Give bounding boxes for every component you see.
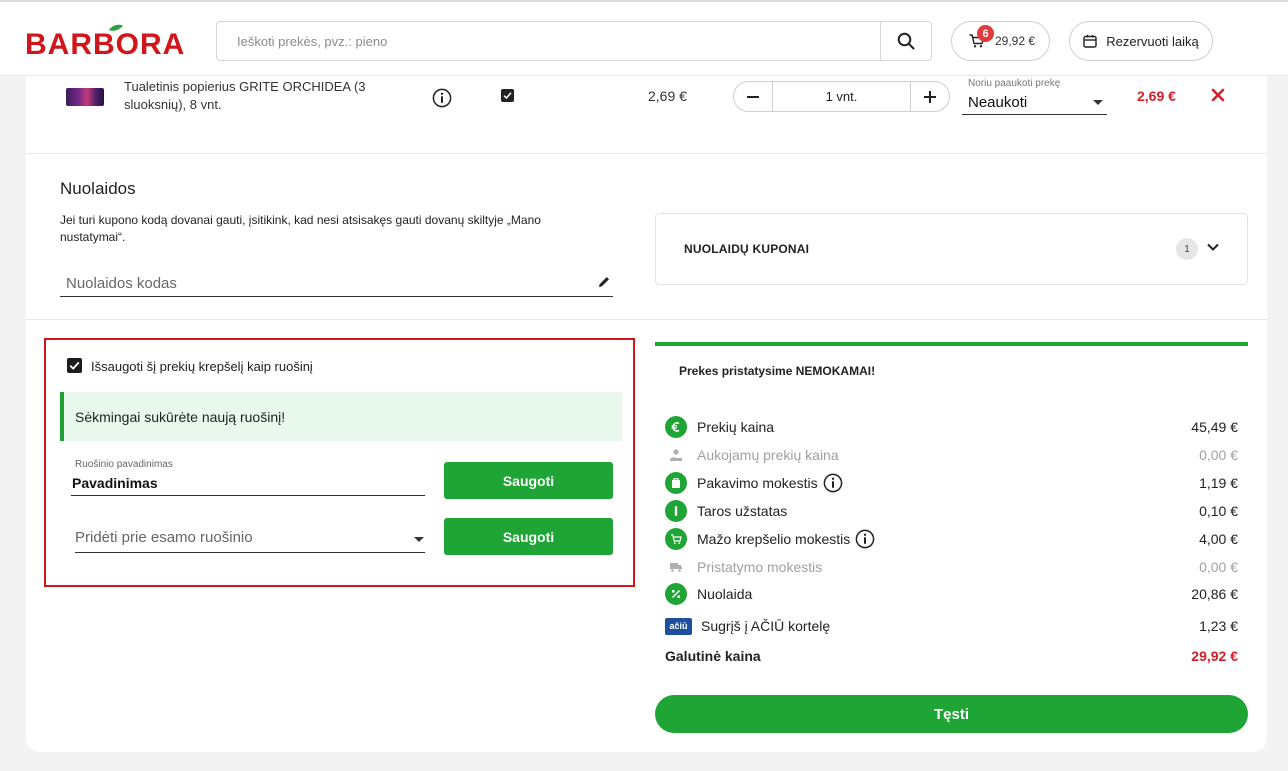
existing-draft-placeholder: Pridėti prie esamo ruošinio — [75, 529, 253, 546]
calendar-icon — [1083, 34, 1097, 48]
summary-value: 20,86 € — [1191, 586, 1238, 602]
summary-row-items-price: Prekių kaina 45,49 € — [665, 415, 1238, 439]
quantity-stepper: 1 vnt. — [733, 81, 950, 112]
draft-name-input[interactable] — [71, 471, 421, 495]
summary-row-packaging: Pakavimo mokestis 1,19 € — [665, 471, 1238, 495]
summary-row-delivery-fee: Pristatymo mokestis 0,00 € — [665, 555, 1238, 579]
info-icon[interactable] — [432, 88, 452, 108]
summary-label-wrap: Pakavimo mokestis — [697, 473, 843, 493]
summary-label: Nuolaida — [697, 586, 753, 602]
discount-code-field — [60, 270, 613, 297]
save-cart-checkbox[interactable] — [67, 358, 82, 373]
reserve-time-button[interactable]: Rezervuoti laiką — [1069, 21, 1213, 61]
coupons-count-badge: 1 — [1176, 238, 1198, 260]
summary-row-deposit: Taros užstatas 0,10 € — [665, 499, 1238, 523]
draft-name-label: Ruošinio pavadinimas — [75, 459, 173, 470]
percent-icon — [665, 583, 687, 605]
summary-label-wrap: Mažo krepšelio mokestis — [697, 529, 875, 549]
summary-row-discount: Nuolaida 20,86 € — [665, 582, 1238, 606]
bottle-icon — [665, 500, 687, 522]
summary-row-small-cart-fee: Mažo krepšelio mokestis 4,00 € — [665, 527, 1238, 551]
chevron-down-icon — [1207, 243, 1219, 251]
pencil-icon[interactable] — [597, 275, 611, 289]
summary-row-aciu-card: ačiū Sugrįš į AČIŪ kortelę 1,23 € — [665, 614, 1238, 638]
save-cart-panel: Išsaugoti šį prekių krepšelį kaip ruošin… — [44, 338, 635, 587]
substitute-select[interactable]: Neaukoti — [962, 90, 1107, 115]
free-delivery-notice: Prekes pristatysime NEMOKAMAI! — [679, 364, 876, 378]
discounts-title: Nuolaidos — [60, 179, 136, 198]
info-icon[interactable] — [823, 473, 843, 493]
minus-icon — [747, 95, 759, 98]
site-header: BARBORA 6 29,92 € Rezervuoti laiką — [0, 0, 1288, 76]
cart-icon — [665, 528, 687, 550]
search-button[interactable] — [880, 22, 931, 60]
discount-coupons-accordion[interactable]: NUOLAIDŲ KUPONAI 1 — [655, 213, 1248, 285]
info-icon[interactable] — [855, 529, 875, 549]
summary-value: 0,00 € — [1199, 447, 1238, 463]
save-to-existing-button[interactable]: Saugoti — [444, 518, 613, 555]
cart-product-row: Tualetinis popierius GRITE ORCHIDEA (3 s… — [26, 76, 1267, 154]
product-image[interactable] — [66, 88, 104, 106]
truck-icon — [665, 556, 687, 578]
substitute-label: Noriu paaukoti prekę — [968, 78, 1061, 89]
cart-total: 29,92 € — [995, 34, 1036, 48]
aciu-card-logo: ačiū — [665, 617, 692, 635]
quantity-increase-button[interactable] — [911, 82, 949, 111]
quantity-decrease-button[interactable] — [734, 82, 772, 111]
donation-hand-icon — [665, 444, 687, 466]
cart-count-badge: 6 — [977, 25, 994, 42]
bag-icon — [665, 472, 687, 494]
logo-text: BARBORA — [25, 28, 185, 58]
quantity-value[interactable]: 1 vnt. — [772, 82, 911, 111]
plus-icon — [924, 90, 936, 103]
summary-value: 0,00 € — [1199, 559, 1238, 575]
final-price-label: Galutinė kaina — [665, 648, 761, 664]
save-cart-checkbox-label[interactable]: Išsaugoti šį prekių krepšelį kaip ruošin… — [91, 359, 313, 374]
cart-card: Tualetinis popierius GRITE ORCHIDEA (3 s… — [26, 76, 1267, 752]
product-checkbox[interactable] — [501, 89, 514, 102]
search-icon — [897, 32, 915, 50]
summary-value: 45,49 € — [1191, 419, 1238, 435]
summary-label: Sugrįš į AČIŪ kortelę — [701, 618, 831, 634]
save-draft-button[interactable]: Saugoti — [444, 462, 613, 499]
summary-label: Pakavimo mokestis — [697, 475, 818, 491]
success-message: Sėkmingai sukūrėte naują ruošinį! — [60, 392, 622, 441]
reserve-time-label: Rezervuoti laiką — [1106, 33, 1199, 49]
summary-label: Aukojamų prekių kaina — [697, 447, 839, 463]
summary-label: Pristatymo mokestis — [697, 559, 823, 575]
product-unit-price: 2,69 € — [648, 88, 687, 104]
summary-value: 0,10 € — [1199, 503, 1238, 519]
summary-label: Prekių kaina — [697, 419, 775, 435]
section-divider — [26, 319, 1267, 320]
summary-value: 4,00 € — [1199, 531, 1238, 547]
existing-draft-select[interactable]: Pridėti prie esamo ruošinio — [75, 523, 425, 553]
product-name[interactable]: Tualetinis popierius GRITE ORCHIDEA (3 s… — [124, 78, 414, 114]
summary-label: Mažo krepšelio mokestis — [697, 531, 851, 547]
order-summary: Prekes pristatysime NEMOKAMAI! Prekių ka… — [655, 342, 1248, 672]
dropdown-caret-icon — [1093, 100, 1103, 105]
dropdown-caret-icon — [414, 537, 424, 542]
coupons-label: NUOLAIDŲ KUPONAI — [684, 242, 810, 256]
summary-label: Taros užstatas — [697, 503, 788, 519]
search-bar — [216, 21, 932, 61]
discounts-note: Jei turi kupono kodą dovanai gauti, įsit… — [60, 213, 541, 244]
summary-row-donated-items: Aukojamų prekių kaina 0,00 € — [665, 443, 1238, 467]
discount-code-input[interactable] — [60, 270, 580, 296]
cart-button[interactable]: 6 29,92 € — [951, 21, 1050, 61]
summary-value: 1,23 € — [1199, 618, 1238, 634]
final-price-value: 29,92 € — [1191, 648, 1238, 664]
search-input[interactable] — [217, 22, 881, 60]
check-icon — [503, 92, 512, 100]
draft-name-field — [71, 471, 425, 496]
product-total-price: 2,69 € — [1137, 88, 1176, 104]
summary-value: 1,19 € — [1199, 475, 1238, 491]
substitute-value: Neaukoti — [968, 93, 1028, 111]
continue-button[interactable]: Tęsti — [655, 695, 1248, 733]
barbora-logo[interactable]: BARBORA — [25, 24, 190, 58]
remove-item-close-icon[interactable] — [1211, 88, 1225, 102]
euro-icon — [665, 416, 687, 438]
check-icon — [69, 361, 80, 370]
